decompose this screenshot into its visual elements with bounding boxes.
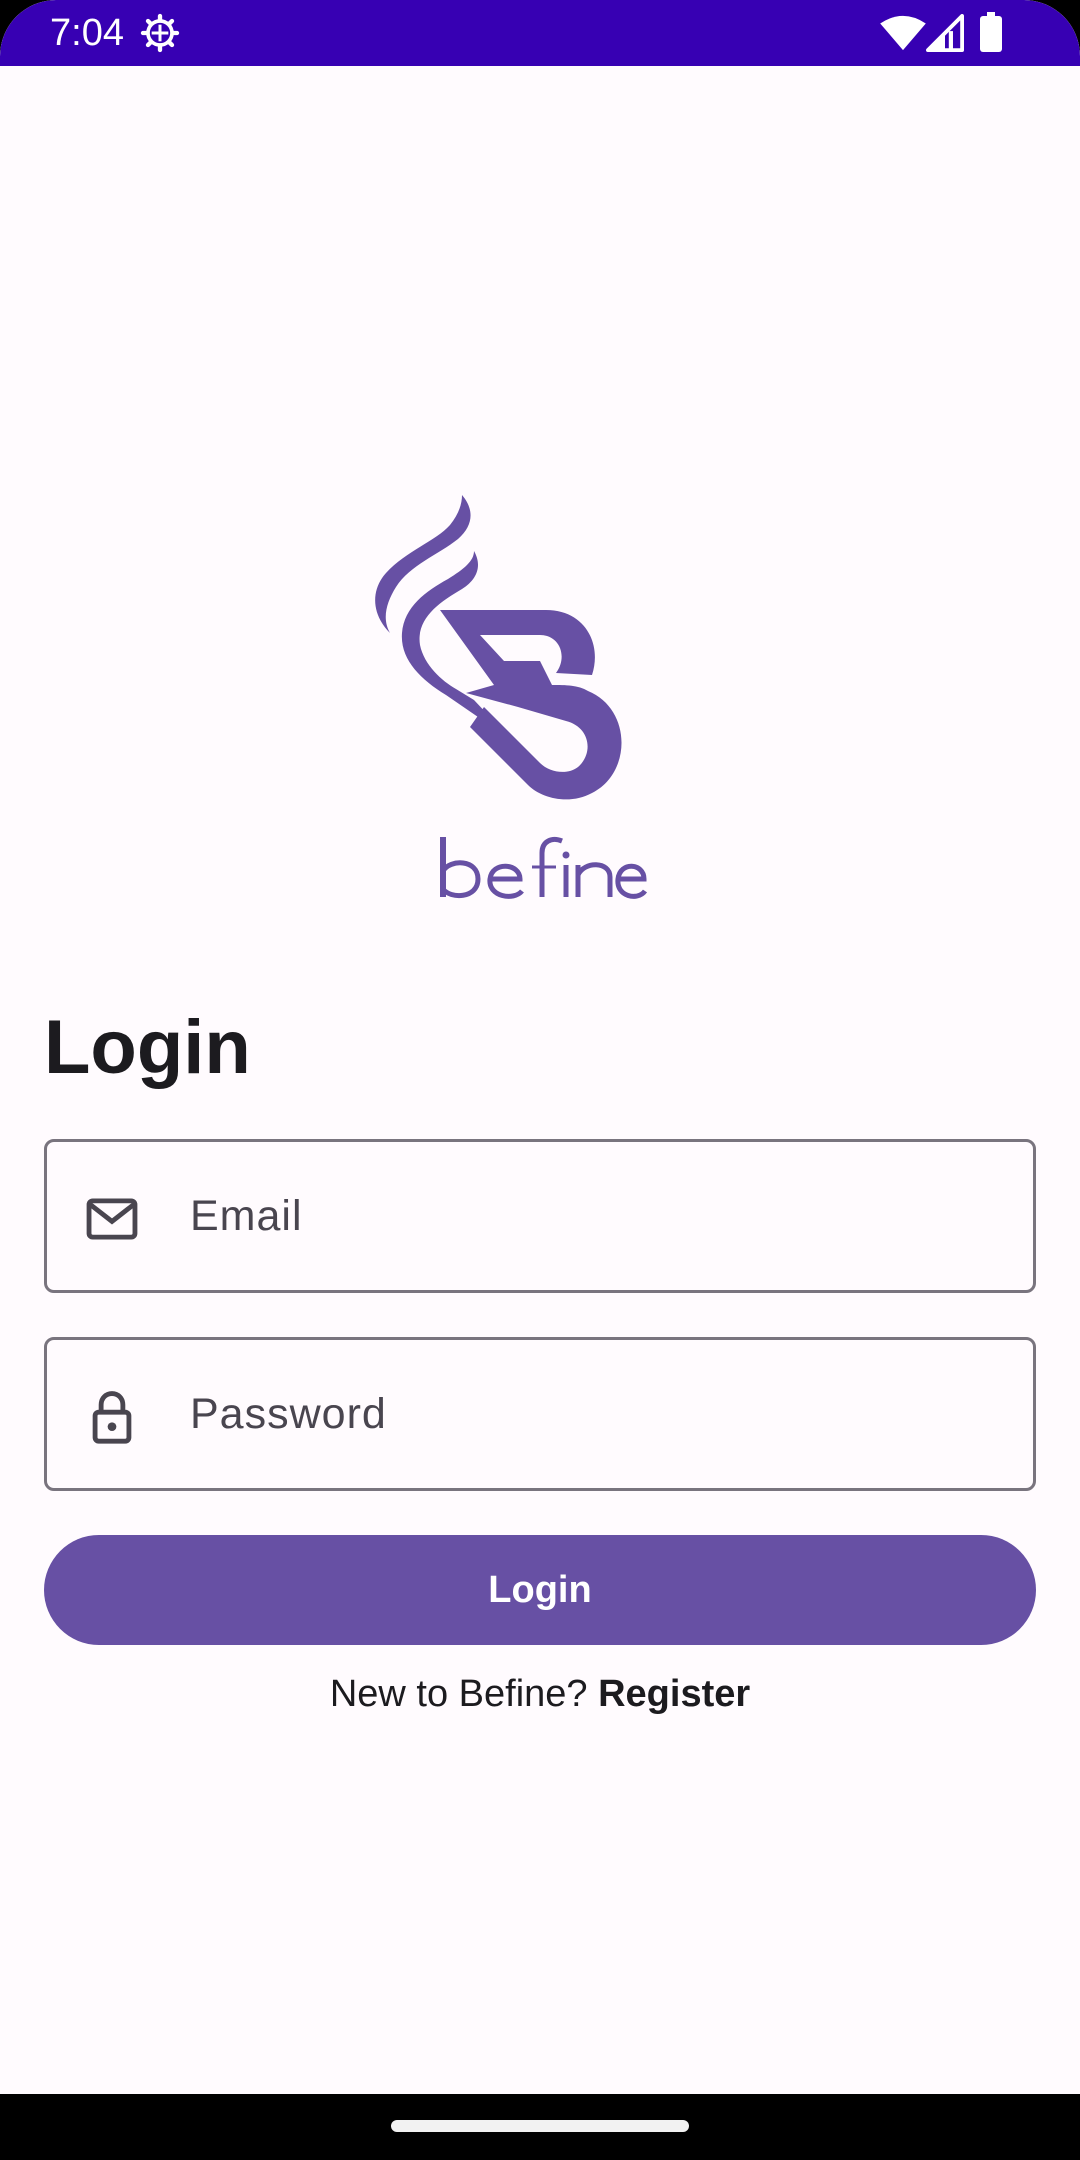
battery-icon: [980, 12, 1002, 52]
email-field[interactable]: [44, 1139, 1036, 1293]
password-input[interactable]: [190, 1340, 990, 1488]
login-title: Login: [44, 1005, 251, 1090]
befine-logo-icon: [375, 495, 622, 800]
register-prompt: New to Befine? Register: [0, 1668, 1080, 1720]
app-screen: 7:04 Login Email Login New to Befine? Re…: [0, 0, 1080, 2160]
register-prompt-text: New to Befine?: [329, 1673, 599, 1715]
login-button[interactable]: Login: [44, 1535, 1036, 1645]
register-link[interactable]: Register: [598, 1673, 750, 1715]
befine-wordmark: [440, 837, 648, 899]
lock-icon: [92, 1391, 132, 1444]
status-bar: 7:04: [0, 0, 1080, 66]
cell-signal-icon: [926, 14, 964, 52]
navigation-bar: [0, 2094, 1080, 2160]
email-input[interactable]: [190, 1142, 990, 1290]
status-time: 7:04: [50, 12, 124, 54]
password-field[interactable]: [44, 1337, 1036, 1491]
settings-gear-icon: [140, 13, 180, 53]
home-gesture-handle[interactable]: [391, 2120, 689, 2132]
mail-icon: [86, 1198, 138, 1240]
wifi-icon: [880, 15, 926, 51]
